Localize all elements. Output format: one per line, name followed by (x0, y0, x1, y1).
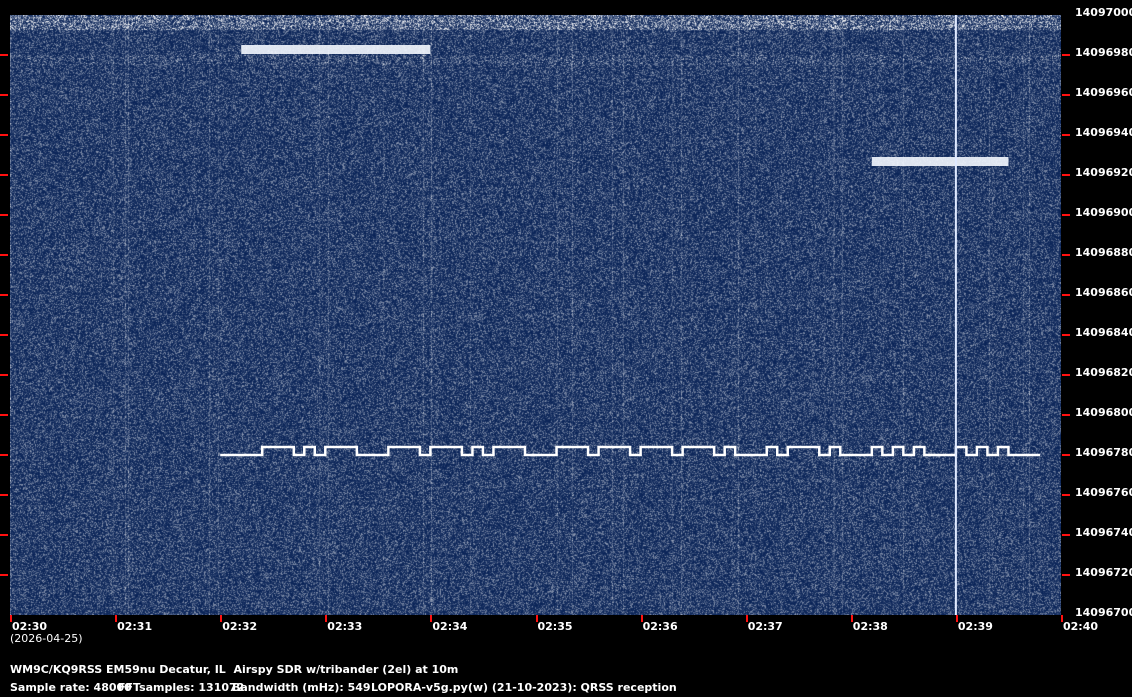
y-tick-label: 14096960 (1075, 86, 1132, 99)
x-tick-label: 02:33 (327, 620, 363, 633)
date-label: (2026-04-25) (10, 632, 83, 645)
y-tick-mark (1062, 174, 1070, 176)
y-tick-label: 14096760 (1075, 486, 1132, 499)
signal-overlay (220, 15, 1040, 615)
y-tick-mark (1062, 454, 1070, 456)
x-tick-label: 02:31 (117, 620, 153, 633)
y-tick-label: 14097000 (1075, 6, 1132, 19)
y-tick-label: 14096860 (1075, 286, 1132, 299)
y-tick-label: 14096780 (1075, 446, 1132, 459)
y-tick-mark (0, 134, 8, 136)
x-tick-label: 02:32 (222, 620, 258, 633)
y-tick-mark (1062, 214, 1070, 216)
y-tick-mark (1062, 374, 1070, 376)
y-tick-label: 14096900 (1075, 206, 1132, 219)
x-tick-label: 02:35 (537, 620, 573, 633)
sample-rate: Sample rate: 48000 (10, 681, 132, 694)
y-tick-mark (1062, 334, 1070, 336)
y-tick-mark (0, 214, 8, 216)
x-tick-label: 02:38 (852, 620, 888, 633)
y-tick-mark (1062, 54, 1070, 56)
waterfall-plot (10, 15, 1061, 615)
y-tick-mark (1062, 134, 1070, 136)
y-tick-label: 14096980 (1075, 46, 1132, 59)
x-tick-label: 02:39 (957, 620, 993, 633)
x-tick-label: 02:40 (1063, 620, 1099, 633)
fsk-signal-trace (220, 445, 1040, 457)
software-info: LOPORA-v5g.py(w) (21-10-2023): QRSS rece… (371, 681, 677, 694)
y-tick-label: 14096840 (1075, 326, 1132, 339)
y-tick-mark (0, 174, 8, 176)
station-info: WM9C/KQ9RSS EM59nu Decatur, IL Airspy SD… (10, 663, 459, 676)
y-tick-mark (1062, 534, 1070, 536)
y-tick-label: 14096820 (1075, 366, 1132, 379)
y-tick-mark (0, 374, 8, 376)
y-tick-mark (1062, 294, 1070, 296)
y-tick-label: 14096920 (1075, 166, 1132, 179)
y-tick-mark (0, 254, 8, 256)
y-tick-mark (0, 534, 8, 536)
y-tick-mark (1062, 574, 1070, 576)
fft-samples: FFTsamples: 131072 (118, 681, 245, 694)
y-tick-label: 14096940 (1075, 126, 1132, 139)
y-tick-label: 14096720 (1075, 566, 1132, 579)
x-tick-label: 02:37 (747, 620, 783, 633)
y-tick-mark (0, 574, 8, 576)
y-tick-mark (0, 294, 8, 296)
y-tick-mark (0, 494, 8, 496)
y-tick-label: 14096700 (1075, 606, 1132, 619)
y-tick-mark (1062, 94, 1070, 96)
y-tick-label: 14096740 (1075, 526, 1132, 539)
y-tick-mark (0, 454, 8, 456)
y-tick-mark (0, 94, 8, 96)
y-tick-mark (1062, 254, 1070, 256)
signal-band (871, 157, 1009, 166)
x-tick-label: 02:36 (642, 620, 678, 633)
x-tick-label: 02:34 (432, 620, 468, 633)
bandwidth: Bandwidth (mHz): 549 (232, 681, 371, 694)
y-tick-mark (1062, 414, 1070, 416)
signal-band (241, 45, 431, 54)
y-tick-mark (0, 414, 8, 416)
y-tick-label: 14096880 (1075, 246, 1132, 259)
y-tick-mark (1062, 494, 1070, 496)
y-tick-mark (0, 54, 8, 56)
y-tick-label: 14096800 (1075, 406, 1132, 419)
y-tick-mark (0, 334, 8, 336)
